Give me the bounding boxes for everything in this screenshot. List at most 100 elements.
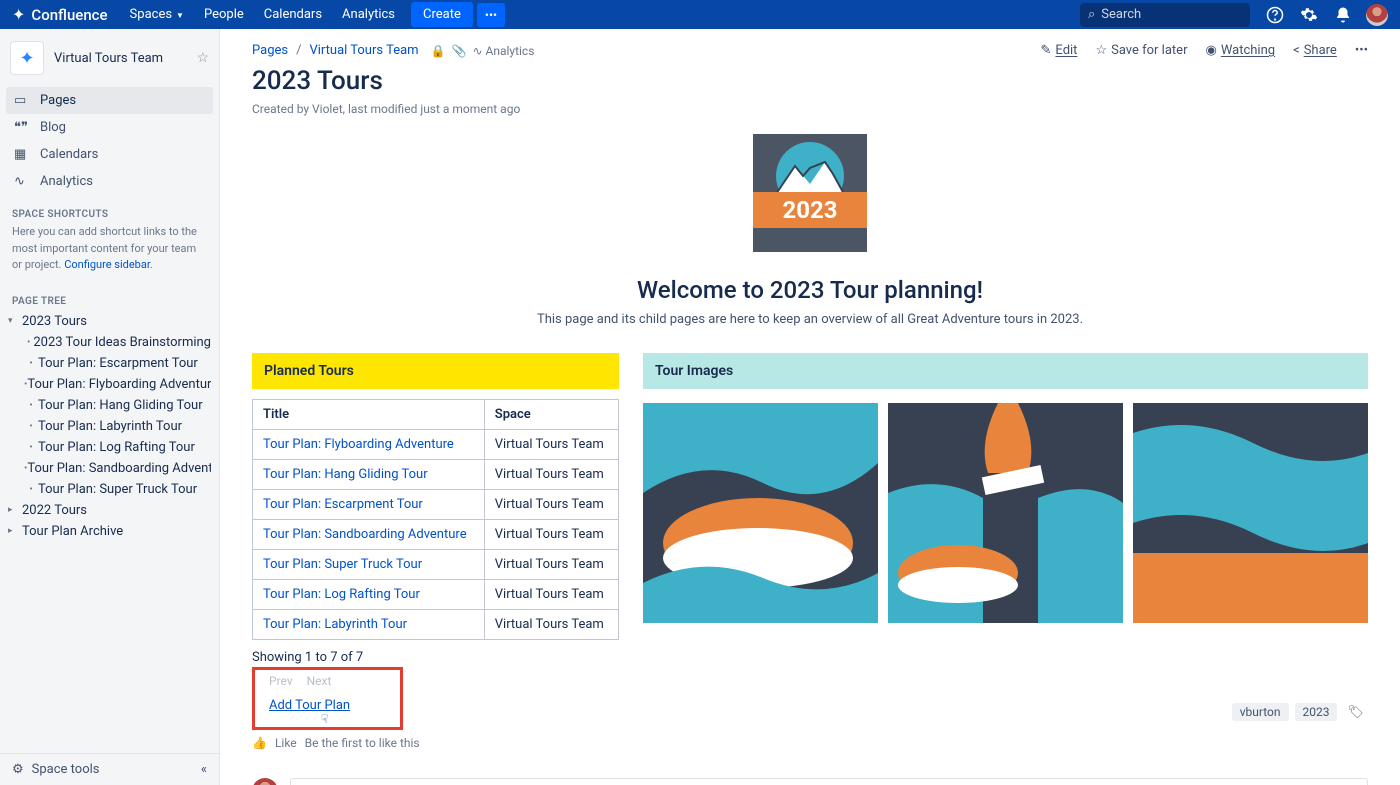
breadcrumb-pages[interactable]: Pages (252, 43, 288, 58)
analytics-icon: ∿ (14, 174, 30, 189)
save-for-later-button[interactable]: ☆ Save for later (1095, 43, 1187, 58)
tree-item[interactable]: •2023 Tour Ideas Brainstorming (24, 332, 211, 353)
nav-people[interactable]: People (194, 1, 254, 28)
tour-link[interactable]: Tour Plan: Flyboarding Adventure (263, 437, 454, 452)
configure-sidebar-link[interactable]: Configure sidebar (64, 258, 150, 271)
table-row: Tour Plan: Flyboarding AdventureVirtual … (253, 430, 619, 460)
more-actions-button[interactable]: ••• (1355, 43, 1368, 58)
create-button[interactable]: Create (411, 2, 473, 27)
prev-link[interactable]: Prev (269, 674, 293, 688)
section-shortcuts: SPACE SHORTCUTS (0, 195, 219, 224)
sidebar-item-blog[interactable]: ❝❞Blog (6, 114, 213, 141)
breadcrumb-space[interactable]: Virtual Tours Team (309, 43, 418, 58)
brand[interactable]: ✦ Confluence (12, 5, 108, 24)
gear-icon: ⚙ (12, 762, 24, 777)
tag-2023[interactable]: 2023 (1295, 703, 1338, 721)
tour-images-header: Tour Images (643, 353, 1368, 389)
sidebar-item-analytics[interactable]: ∿Analytics (6, 168, 213, 195)
tag-vburton[interactable]: vburton (1232, 703, 1289, 721)
tour-link[interactable]: Tour Plan: Log Rafting Tour (263, 587, 420, 602)
help-icon[interactable] (1266, 6, 1284, 24)
space-title[interactable]: Virtual Tours Team (54, 51, 196, 66)
tree-item[interactable]: •Tour Plan: Sandboarding Adventure (24, 458, 211, 479)
nav-spaces[interactable]: Spaces▼ (120, 1, 194, 28)
create-more-button[interactable]: ••• (477, 3, 505, 27)
tree-item[interactable]: •Tour Plan: Super Truck Tour (24, 479, 211, 500)
tour-link[interactable]: Tour Plan: Super Truck Tour (263, 557, 422, 572)
table-row: Tour Plan: Super Truck TourVirtual Tours… (253, 550, 619, 580)
tour-link[interactable]: Tour Plan: Sandboarding Adventure (263, 527, 467, 542)
table-row: Tour Plan: Escarpment TourVirtual Tours … (253, 490, 619, 520)
tour-image-1[interactable] (643, 403, 878, 623)
section-page-tree: PAGE TREE (0, 282, 219, 311)
bullet-icon: • (24, 442, 38, 453)
badge-year: 2023 (782, 196, 837, 224)
showing-text: Showing 1 to 7 of 7 (252, 650, 619, 665)
space-tools-link[interactable]: Space tools (32, 762, 100, 777)
sidebar: ✦ Virtual Tours Team ☆ ▭Pages ❝❞Blog ▦Ca… (0, 29, 220, 785)
tag-row: vburton 2023 🏷 (643, 703, 1368, 721)
table-row: Tour Plan: Hang Gliding TourVirtual Tour… (253, 460, 619, 490)
space-header: ✦ Virtual Tours Team ☆ (0, 29, 219, 87)
tree-item[interactable]: •Tour Plan: Hang Gliding Tour (24, 395, 211, 416)
tour-link[interactable]: Tour Plan: Labyrinth Tour (263, 617, 407, 632)
nav-analytics[interactable]: Analytics (332, 1, 405, 28)
tour-image-3[interactable] (1133, 403, 1368, 623)
nav-calendars[interactable]: Calendars (254, 1, 332, 28)
byline: Created by Violet, last modified just a … (252, 102, 1368, 116)
cursor-icon: ☟ (321, 712, 328, 726)
confluence-logo-icon: ✦ (12, 5, 25, 24)
hero: 2023 Welcome to 2023 Tour planning! This… (252, 134, 1368, 327)
watching-button[interactable]: ◉ Watching (1205, 43, 1275, 58)
star-icon[interactable]: ☆ (196, 50, 209, 66)
tree-item[interactable]: ▸2022 Tours (8, 500, 211, 521)
comment-row: Write a comment… (252, 778, 1368, 785)
table-row: Tour Plan: Sandboarding AdventureVirtual… (253, 520, 619, 550)
tour-link[interactable]: Tour Plan: Hang Gliding Tour (263, 467, 428, 482)
blog-icon: ❝❞ (14, 120, 30, 135)
user-avatar[interactable] (1366, 4, 1388, 26)
restrictions-icon[interactable]: 🔒 (431, 44, 446, 58)
search-icon: ⌕ (1088, 7, 1095, 22)
settings-icon[interactable] (1300, 6, 1318, 24)
edit-button[interactable]: ✎ Edit (1041, 43, 1078, 58)
chevron-down-icon: ▼ (176, 11, 184, 20)
bullet-icon: • (24, 421, 38, 432)
calendar-icon: ▦ (14, 147, 30, 162)
collapse-sidebar-icon[interactable]: « (201, 762, 207, 777)
share-button[interactable]: < Share (1293, 43, 1337, 58)
sidebar-item-calendars[interactable]: ▦Calendars (6, 141, 213, 168)
bullet-icon: • (24, 484, 38, 495)
col-space: Space (484, 400, 618, 430)
tree-item[interactable]: •Tour Plan: Labyrinth Tour (24, 416, 211, 437)
brand-label: Confluence (31, 6, 107, 24)
analytics-link[interactable]: ∿ Analytics (472, 44, 534, 58)
comment-input[interactable]: Write a comment… (290, 778, 1368, 785)
welcome-subtitle: This page and its child pages are here t… (252, 312, 1368, 327)
add-tour-plan-link[interactable]: Add Tour Plan☟ (269, 698, 350, 713)
caret-down-icon: ▾ (8, 316, 22, 326)
tour-link[interactable]: Tour Plan: Escarpment Tour (263, 497, 423, 512)
page-title: 2023 Tours (252, 66, 1368, 96)
next-link[interactable]: Next (307, 674, 332, 688)
sidebar-item-pages[interactable]: ▭Pages (6, 87, 213, 114)
sidebar-footer: ⚙ Space tools « (0, 753, 219, 785)
hero-badge: 2023 (753, 134, 867, 252)
bullet-icon: • (24, 400, 38, 411)
planned-tours-header: Planned Tours (252, 353, 619, 389)
tree-item[interactable]: •Tour Plan: Log Rafting Tour (24, 437, 211, 458)
search-input[interactable]: ⌕ Search (1080, 3, 1250, 27)
thumbs-up-icon[interactable]: 👍 (252, 736, 267, 750)
notifications-icon[interactable] (1334, 6, 1352, 24)
tree-item[interactable]: •Tour Plan: Escarpment Tour (24, 353, 211, 374)
tour-image-2[interactable] (888, 403, 1123, 623)
page-icon: ▭ (14, 93, 30, 108)
tree-root[interactable]: ▾2023 Tours (8, 311, 211, 332)
space-logo-icon: ✦ (10, 41, 44, 75)
tree-item[interactable]: ▸Tour Plan Archive (8, 521, 211, 542)
tree-item[interactable]: •Tour Plan: Flyboarding Adventure (24, 374, 211, 395)
tags-icon[interactable]: 🏷 (1343, 703, 1368, 721)
like-label[interactable]: Like (275, 736, 297, 750)
attachments-icon[interactable]: 📎 (452, 44, 467, 58)
shortcut-text: Here you can add shortcut links to the m… (0, 224, 219, 282)
